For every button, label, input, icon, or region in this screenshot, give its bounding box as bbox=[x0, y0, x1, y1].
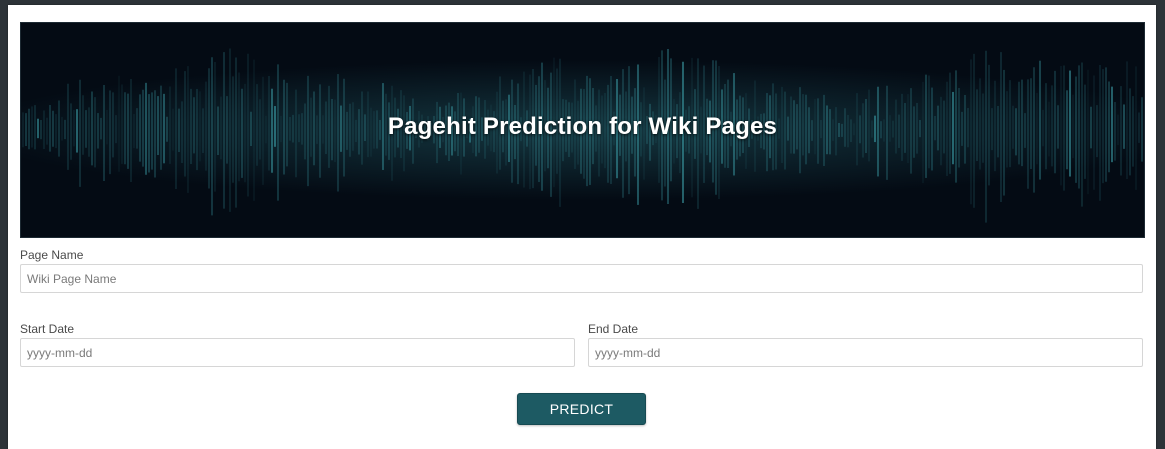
page-name-label: Page Name bbox=[20, 248, 84, 262]
start-date-label: Start Date bbox=[20, 322, 75, 336]
end-date-input[interactable] bbox=[588, 338, 1143, 367]
start-date-input[interactable] bbox=[20, 338, 575, 367]
page-name-input[interactable] bbox=[20, 264, 1143, 293]
prediction-page: Pagehit Prediction for Wiki Pages Page N… bbox=[8, 5, 1156, 449]
predict-button[interactable]: PREDICT bbox=[517, 393, 646, 425]
page-title: Pagehit Prediction for Wiki Pages bbox=[387, 113, 778, 140]
end-date-label: End Date bbox=[588, 322, 639, 336]
header-banner: Pagehit Prediction for Wiki Pages bbox=[20, 22, 1145, 238]
